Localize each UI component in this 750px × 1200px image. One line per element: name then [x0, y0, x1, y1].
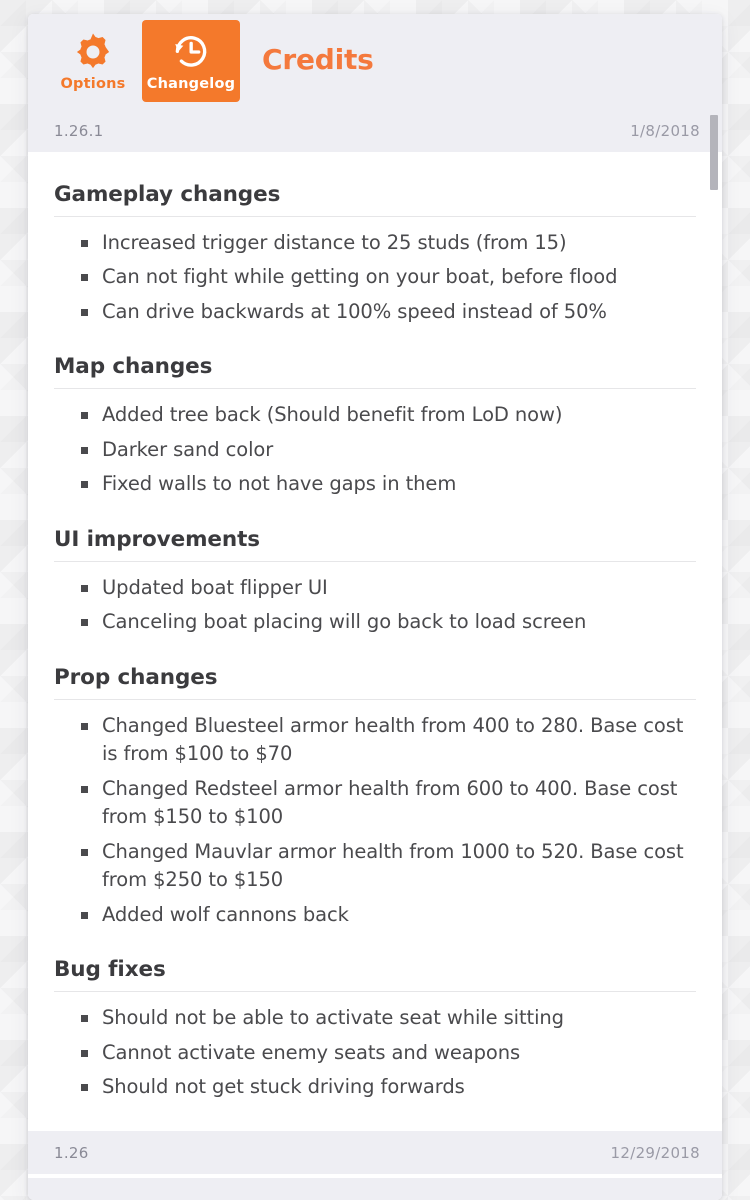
- list-item: Can not fight while getting on your boat…: [54, 263, 696, 291]
- gear-icon: [72, 31, 114, 73]
- list-item: Increased trigger distance to 25 studs (…: [54, 229, 696, 257]
- list-item: Fixed walls to not have gaps in them: [54, 470, 696, 498]
- list-item: Should not get stuck driving forwards: [54, 1073, 696, 1101]
- changelog-section: Gameplay changes Increased trigger distan…: [54, 160, 696, 326]
- list-item: Darker sand color: [54, 436, 696, 464]
- release-version-header: 1.26 12/29/2018: [28, 1131, 722, 1175]
- release-date: 12/29/2018: [610, 1143, 700, 1162]
- section-item-list: Updated boat flipper UI Canceling boat pl…: [54, 574, 696, 637]
- changelog-panel: Options Changelog Credits 1.26.1 1/8/2018…: [28, 14, 722, 1200]
- changelog-section: Prop changes Changed Bluesteel armor heal…: [54, 643, 696, 929]
- tab-bar: Options Changelog Credits: [28, 14, 722, 109]
- release-version: 1.26: [54, 1143, 89, 1162]
- page-title: Credits: [262, 43, 374, 76]
- section-title: Bug fixes: [54, 957, 696, 993]
- release-version-header: 1.26.1 1/8/2018: [28, 109, 722, 152]
- section-item-list: Changed Bluesteel armor health from 400 …: [54, 712, 696, 929]
- release-body: New features and changes4x larger map: [28, 1174, 722, 1178]
- release-version: 1.26.1: [54, 121, 104, 140]
- list-item: Added wolf cannons back: [54, 901, 696, 929]
- history-icon: [170, 31, 212, 73]
- list-item: Canceling boat placing will go back to l…: [54, 608, 696, 636]
- section-item-list: Should not be able to activate seat whil…: [54, 1004, 696, 1101]
- list-item: Added tree back (Should benefit from LoD…: [54, 401, 696, 429]
- vertical-scrollbar-thumb[interactable]: [710, 115, 718, 190]
- release-date: 1/8/2018: [630, 121, 700, 140]
- section-title: Prop changes: [54, 665, 696, 700]
- tab-options[interactable]: Options: [44, 20, 142, 102]
- release-body: Gameplay changes Increased trigger distan…: [28, 152, 722, 1132]
- changelog-content: 1.26.1 1/8/2018 Gameplay changes Increased …: [28, 109, 722, 1178]
- section-title: UI improvements: [54, 527, 696, 562]
- tab-changelog[interactable]: Changelog: [142, 20, 240, 102]
- list-item: Changed Mauvlar armor health from 1000 t…: [54, 838, 696, 895]
- section-title: Gameplay changes: [54, 182, 696, 217]
- tab-options-label: Options: [60, 75, 126, 92]
- section-item-list: Added tree back (Should benefit from LoD…: [54, 401, 696, 498]
- section-item-list: Increased trigger distance to 25 studs (…: [54, 229, 696, 326]
- list-item: Can drive backwards at 100% speed instea…: [54, 298, 696, 326]
- list-item: Cannot activate enemy seats and weapons: [54, 1039, 696, 1067]
- section-title: Map changes: [54, 354, 696, 390]
- list-item: Changed Redsteel armor health from 600 t…: [54, 775, 696, 832]
- list-item: Changed Bluesteel armor health from 400 …: [54, 712, 696, 769]
- changelog-section: UI improvements Updated boat flipper UI Ca…: [54, 505, 696, 637]
- list-item: Updated boat flipper UI: [54, 574, 696, 602]
- panel-footer: [28, 1178, 722, 1200]
- vertical-scrollbar-track[interactable]: [708, 109, 720, 1178]
- tab-changelog-label: Changelog: [146, 75, 236, 92]
- changelog-section: Bug fixes Should not be able to activate …: [54, 935, 696, 1101]
- changelog-section: Map changes Added tree back (Should benef…: [54, 332, 696, 498]
- changelog-scroll-viewport[interactable]: 1.26.1 1/8/2018 Gameplay changes Increased …: [28, 109, 722, 1178]
- list-item: Should not be able to activate seat whil…: [54, 1004, 696, 1032]
